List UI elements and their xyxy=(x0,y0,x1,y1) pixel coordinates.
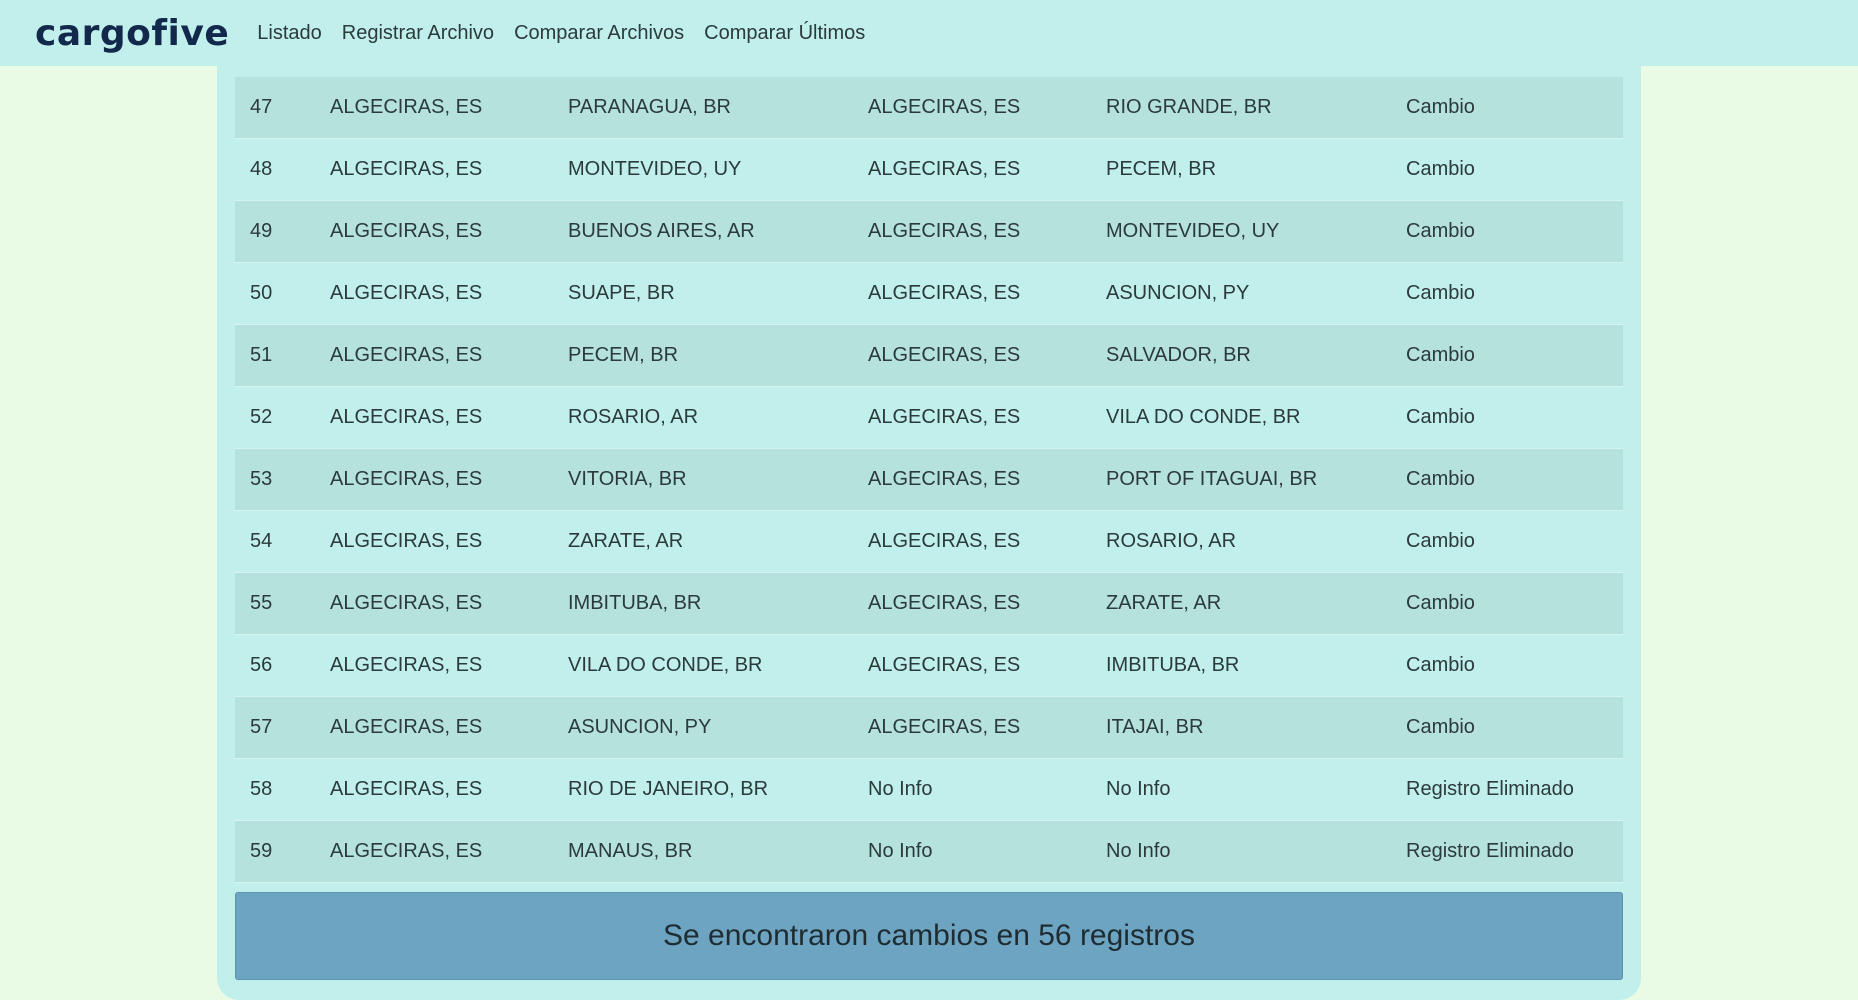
change-status-cell: Cambio xyxy=(1406,324,1623,387)
table-row: 59 ALGECIRAS, ES MANAUS, BR No Info No Info R… xyxy=(235,820,1623,883)
new-destination-cell: VILA DO CONDE, BR xyxy=(1106,386,1406,449)
new-origin-cell: ALGECIRAS, ES xyxy=(868,634,1106,697)
new-destination-cell: RIO GRANDE, BR xyxy=(1106,77,1406,139)
new-origin-cell: ALGECIRAS, ES xyxy=(868,138,1106,201)
row-number-cell: 57 xyxy=(235,696,330,759)
old-destination-cell: MANAUS, BR xyxy=(568,820,868,883)
old-origin-cell: ALGECIRAS, ES xyxy=(330,448,568,511)
change-status-cell: Cambio xyxy=(1406,77,1623,139)
new-origin-cell: ALGECIRAS, ES xyxy=(868,262,1106,325)
table-row: 52 ALGECIRAS, ES ROSARIO, AR ALGECIRAS, ES V… xyxy=(235,386,1623,449)
old-destination-cell: ASUNCION, PY xyxy=(568,696,868,759)
new-origin-cell: ALGECIRAS, ES xyxy=(868,200,1106,263)
new-origin-cell: ALGECIRAS, ES xyxy=(868,510,1106,573)
change-status-cell: Cambio xyxy=(1406,262,1623,325)
old-origin-cell: ALGECIRAS, ES xyxy=(330,696,568,759)
row-number-cell: 48 xyxy=(235,138,330,201)
brand-logo[interactable]: cargofive xyxy=(35,13,229,54)
nav-link-comparar-ultimos[interactable]: Comparar Últimos xyxy=(704,22,865,45)
change-status-cell: Cambio xyxy=(1406,572,1623,635)
table-row: 58 ALGECIRAS, ES RIO DE JANEIRO, BR No Info… xyxy=(235,758,1623,821)
change-status-cell: Cambio xyxy=(1406,448,1623,511)
old-origin-cell: ALGECIRAS, ES xyxy=(330,77,568,139)
old-destination-cell: PARANAGUA, BR xyxy=(568,77,868,139)
table-row: 57 ALGECIRAS, ES ASUNCION, PY ALGECIRAS, ES… xyxy=(235,696,1623,759)
row-number-cell: 47 xyxy=(235,77,330,139)
table-row: 56 ALGECIRAS, ES VILA DO CONDE, BR ALGECIRA… xyxy=(235,634,1623,697)
row-number-cell: 54 xyxy=(235,510,330,573)
new-destination-cell: PECEM, BR xyxy=(1106,138,1406,201)
change-status-cell: Cambio xyxy=(1406,510,1623,573)
new-origin-cell: ALGECIRAS, ES xyxy=(868,324,1106,387)
old-destination-cell: RIO DE JANEIRO, BR xyxy=(568,758,868,821)
row-number-cell: 59 xyxy=(235,820,330,883)
table-row: 54 ALGECIRAS, ES ZARATE, AR ALGECIRAS, ES RO… xyxy=(235,510,1623,573)
row-number-cell: 55 xyxy=(235,572,330,635)
new-origin-cell: ALGECIRAS, ES xyxy=(868,696,1106,759)
old-destination-cell: BUENOS AIRES, AR xyxy=(568,200,868,263)
old-origin-cell: ALGECIRAS, ES xyxy=(330,510,568,573)
new-origin-cell: ALGECIRAS, ES xyxy=(868,572,1106,635)
old-origin-cell: ALGECIRAS, ES xyxy=(330,200,568,263)
change-status-cell: Cambio xyxy=(1406,634,1623,697)
old-origin-cell: ALGECIRAS, ES xyxy=(330,820,568,883)
table-row: 50 ALGECIRAS, ES SUAPE, BR ALGECIRAS, ES ASU… xyxy=(235,262,1623,325)
old-destination-cell: ROSARIO, AR xyxy=(568,386,868,449)
old-destination-cell: VILA DO CONDE, BR xyxy=(568,634,868,697)
change-status-cell: Cambio xyxy=(1406,386,1623,449)
new-destination-cell: SALVADOR, BR xyxy=(1106,324,1406,387)
table-row: 55 ALGECIRAS, ES IMBITUBA, BR ALGECIRAS, ES… xyxy=(235,572,1623,635)
old-origin-cell: ALGECIRAS, ES xyxy=(330,758,568,821)
new-destination-cell: ASUNCION, PY xyxy=(1106,262,1406,325)
old-destination-cell: VITORIA, BR xyxy=(568,448,868,511)
top-navbar: cargofive Listado Registrar Archivo Comp… xyxy=(0,0,1858,66)
table-row: 51 ALGECIRAS, ES PECEM, BR ALGECIRAS, ES SAL… xyxy=(235,324,1623,387)
new-origin-cell: No Info xyxy=(868,758,1106,821)
old-origin-cell: ALGECIRAS, ES xyxy=(330,634,568,697)
new-destination-cell: No Info xyxy=(1106,758,1406,821)
new-origin-cell: ALGECIRAS, ES xyxy=(868,77,1106,139)
new-destination-cell: PORT OF ITAGUAI, BR xyxy=(1106,448,1406,511)
comparison-table: 47 ALGECIRAS, ES PARANAGUA, BR ALGECIRAS, E… xyxy=(235,77,1623,883)
changes-summary-alert: Se encontraron cambios en 56 registros xyxy=(235,892,1623,980)
row-number-cell: 51 xyxy=(235,324,330,387)
new-destination-cell: IMBITUBA, BR xyxy=(1106,634,1406,697)
row-number-cell: 52 xyxy=(235,386,330,449)
row-number-cell: 49 xyxy=(235,200,330,263)
nav-link-listado[interactable]: Listado xyxy=(257,22,322,45)
old-destination-cell: PECEM, BR xyxy=(568,324,868,387)
new-destination-cell: ROSARIO, AR xyxy=(1106,510,1406,573)
new-origin-cell: No Info xyxy=(868,820,1106,883)
change-status-cell: Cambio xyxy=(1406,200,1623,263)
old-destination-cell: MONTEVIDEO, UY xyxy=(568,138,868,201)
table-row: 48 ALGECIRAS, ES MONTEVIDEO, UY ALGECIRAS, … xyxy=(235,138,1623,201)
new-destination-cell: ITAJAI, BR xyxy=(1106,696,1406,759)
new-origin-cell: ALGECIRAS, ES xyxy=(868,448,1106,511)
row-number-cell: 56 xyxy=(235,634,330,697)
old-destination-cell: SUAPE, BR xyxy=(568,262,868,325)
old-origin-cell: ALGECIRAS, ES xyxy=(330,572,568,635)
table-row: 49 ALGECIRAS, ES BUENOS AIRES, AR ALGECIRAS… xyxy=(235,200,1623,263)
row-number-cell: 53 xyxy=(235,448,330,511)
old-origin-cell: ALGECIRAS, ES xyxy=(330,262,568,325)
row-number-cell: 50 xyxy=(235,262,330,325)
nav-link-comparar-archivos[interactable]: Comparar Archivos xyxy=(514,22,684,45)
change-status-cell: Cambio xyxy=(1406,696,1623,759)
old-origin-cell: ALGECIRAS, ES xyxy=(330,386,568,449)
old-origin-cell: ALGECIRAS, ES xyxy=(330,324,568,387)
change-status-cell: Cambio xyxy=(1406,138,1623,201)
new-destination-cell: MONTEVIDEO, UY xyxy=(1106,200,1406,263)
new-destination-cell: No Info xyxy=(1106,820,1406,883)
change-status-cell: Registro Eliminado xyxy=(1406,820,1623,883)
row-number-cell: 58 xyxy=(235,758,330,821)
old-destination-cell: ZARATE, AR xyxy=(568,510,868,573)
new-origin-cell: ALGECIRAS, ES xyxy=(868,386,1106,449)
nav-link-registrar-archivo[interactable]: Registrar Archivo xyxy=(342,22,494,45)
table-row: 47 ALGECIRAS, ES PARANAGUA, BR ALGECIRAS, E… xyxy=(235,77,1623,139)
old-destination-cell: IMBITUBA, BR xyxy=(568,572,868,635)
old-origin-cell: ALGECIRAS, ES xyxy=(330,138,568,201)
new-destination-cell: ZARATE, AR xyxy=(1106,572,1406,635)
change-status-cell: Registro Eliminado xyxy=(1406,758,1623,821)
table-row: 53 ALGECIRAS, ES VITORIA, BR ALGECIRAS, ES P… xyxy=(235,448,1623,511)
